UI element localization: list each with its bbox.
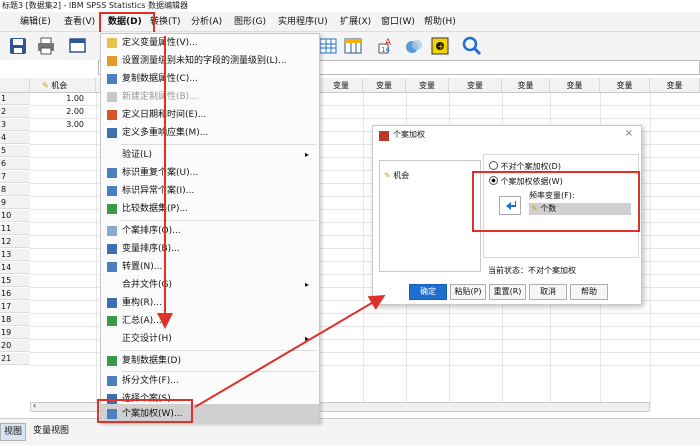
arrow-to-dialog-annotation: [194, 294, 386, 408]
annotation-arrows: [157, 36, 386, 408]
